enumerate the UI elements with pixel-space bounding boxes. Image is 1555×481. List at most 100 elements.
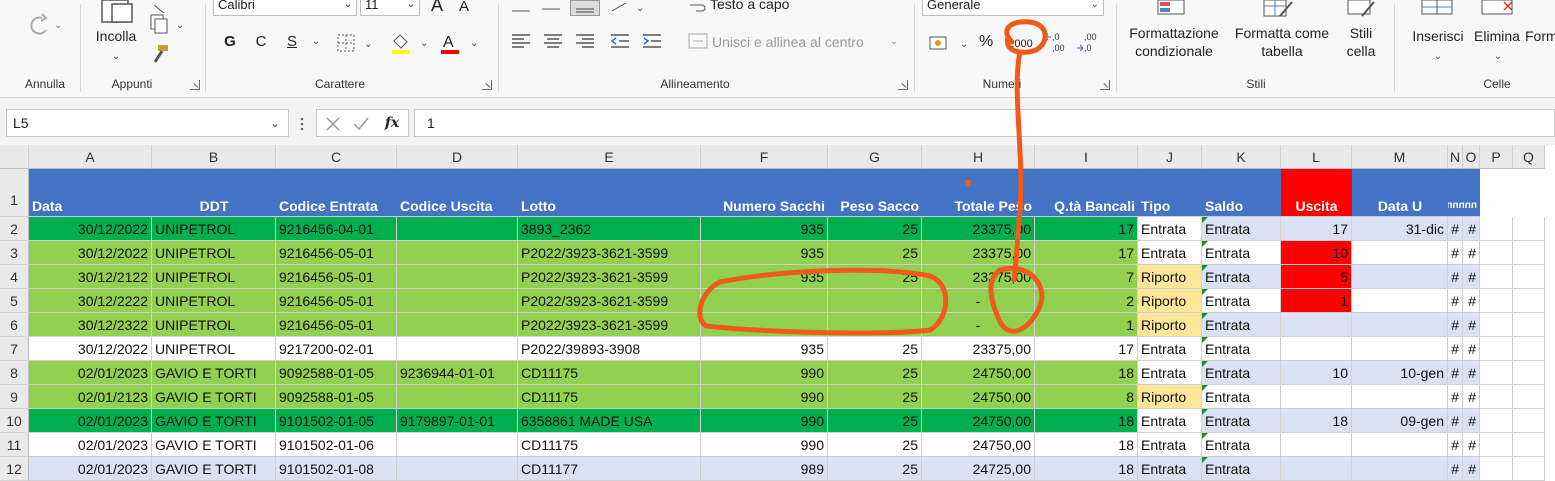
grid-cell[interactable]: # [1448, 217, 1463, 241]
grid-cell[interactable]: GAVIO E TORTI [152, 385, 276, 409]
grid-cell[interactable]: GAVIO E TORTI [152, 433, 276, 457]
grid-cell[interactable]: 24750,00 [922, 385, 1035, 409]
grid-cell[interactable]: 9179897-01-01 [397, 409, 518, 433]
font-name-combo[interactable]: Calibri ⌄ [213, 0, 357, 16]
decrease-decimal-icon[interactable]: ,00,0 [1076, 30, 1102, 54]
grid-cell[interactable]: Riporto [1138, 385, 1202, 409]
shrink-font-button[interactable]: A [456, 0, 472, 16]
grid-cell[interactable]: 990 [701, 385, 828, 409]
format-painter-icon[interactable] [150, 44, 170, 64]
grid-cell[interactable] [1513, 385, 1545, 409]
grid-cell[interactable]: # [1463, 385, 1480, 409]
wrap-text-icon[interactable] [688, 0, 706, 12]
align-right-icon[interactable] [575, 33, 595, 49]
grid-cell[interactable]: 9101502-01-06 [276, 433, 397, 457]
grid-cell[interactable] [701, 313, 828, 337]
grid-cell[interactable] [1480, 361, 1513, 385]
grid-cell[interactable] [1480, 217, 1513, 241]
grid-cell[interactable]: 30/12/2322 [29, 313, 152, 337]
grid-cell[interactable]: Entrata [1138, 337, 1202, 361]
grid-cell[interactable]: 18 [1035, 409, 1138, 433]
cell-styles-icon[interactable] [1346, 0, 1376, 18]
grid-cell[interactable]: 17 [1281, 217, 1352, 241]
name-box[interactable]: L5 ⌄ [6, 109, 289, 137]
grid-cell[interactable]: 25 [828, 241, 922, 265]
grid-cell[interactable]: 5 [1281, 265, 1352, 289]
grid-cell[interactable]: - [922, 289, 1035, 313]
grid-cell[interactable] [1513, 457, 1545, 481]
merge-chevron-icon[interactable]: ⌄ [888, 33, 900, 51]
column-header[interactable]: B [152, 145, 276, 169]
grid-cell[interactable]: 9216456-04-01 [276, 217, 397, 241]
grid-cell[interactable]: Entrata [1138, 433, 1202, 457]
header-cell[interactable]: Data U [1352, 169, 1448, 217]
grid-cell[interactable] [1513, 409, 1545, 433]
grid-cell[interactable]: CD11175 [518, 385, 701, 409]
grid-cell[interactable]: 10 [1281, 241, 1352, 265]
grid-cell[interactable]: 10-gen [1352, 361, 1448, 385]
row-header[interactable]: 9 [0, 385, 29, 409]
align-bottom-icon[interactable] [570, 0, 600, 16]
grid-cell[interactable] [1281, 385, 1352, 409]
grid-cell[interactable]: # [1448, 265, 1463, 289]
row-header[interactable]: 3 [0, 241, 29, 265]
underline-button[interactable]: S [284, 33, 300, 51]
grid-cell[interactable] [701, 289, 828, 313]
grid-cell[interactable]: 9216456-05-01 [276, 241, 397, 265]
header-cell[interactable]: Data [29, 169, 152, 217]
grid-cell[interactable]: # [1463, 337, 1480, 361]
header-cell[interactable]: Saldo [1202, 169, 1281, 217]
paste-chevron-icon[interactable]: ⌄ [108, 48, 124, 66]
grid-cell[interactable] [397, 433, 518, 457]
grid-cell[interactable] [397, 265, 518, 289]
font-size-combo[interactable]: 11 ⌄ [360, 0, 420, 16]
grid-cell[interactable]: # [1448, 457, 1463, 481]
grid-cell[interactable]: Entrata [1202, 289, 1281, 313]
column-header[interactable]: O [1463, 145, 1480, 169]
cut-icon[interactable] [150, 0, 170, 14]
grid-cell[interactable]: 7 [1035, 265, 1138, 289]
grid-cell[interactable]: 18 [1035, 457, 1138, 481]
grid-cell[interactable]: 17 [1035, 337, 1138, 361]
grid-cell[interactable] [1352, 289, 1448, 313]
grid-cell[interactable]: Entrata [1202, 217, 1281, 241]
grid-cell[interactable]: 25 [828, 433, 922, 457]
header-cell[interactable]: DDT [152, 169, 276, 217]
grid-cell[interactable]: 990 [701, 409, 828, 433]
grid-cell[interactable] [1281, 313, 1352, 337]
grid-cell[interactable]: UNIPETROL [152, 265, 276, 289]
insert-chevron-icon[interactable]: ⌄ [1430, 48, 1446, 66]
grid-cell[interactable]: 3893_2362 [518, 217, 701, 241]
grid-cell[interactable]: # [1448, 313, 1463, 337]
grid-cell[interactable]: # [1448, 289, 1463, 313]
grid-cell[interactable]: 25 [828, 409, 922, 433]
grid-cell[interactable] [1352, 457, 1448, 481]
grid-cell[interactable]: Entrata [1202, 361, 1281, 385]
grid-cell[interactable]: Entrata [1202, 313, 1281, 337]
align-middle-icon[interactable] [542, 0, 560, 10]
grid-cell[interactable]: Entrata [1138, 241, 1202, 265]
grid-cell[interactable]: 990 [701, 361, 828, 385]
grid-cell[interactable]: 02/01/2023 [29, 433, 152, 457]
grid-cell[interactable]: 935 [701, 265, 828, 289]
grid-cell[interactable] [1513, 289, 1545, 313]
align-left-icon[interactable] [511, 33, 531, 49]
column-header[interactable]: D [397, 145, 518, 169]
grid-cell[interactable]: CD11175 [518, 433, 701, 457]
grid-cell[interactable]: # [1463, 361, 1480, 385]
delete-cells-icon[interactable] [1480, 0, 1516, 18]
grid-cell[interactable]: 25 [828, 361, 922, 385]
column-header[interactable]: I [1035, 145, 1138, 169]
grid-cell[interactable] [1352, 337, 1448, 361]
grid-cell[interactable]: Entrata [1138, 409, 1202, 433]
grid-cell[interactable]: 25 [828, 265, 922, 289]
grid-cell[interactable]: # [1463, 241, 1480, 265]
select-all-corner[interactable] [0, 145, 29, 169]
grid-cell[interactable]: 10 [1281, 361, 1352, 385]
grid-cell[interactable]: CD11177 [518, 457, 701, 481]
header-cell[interactable]: Codice Uscita [397, 169, 518, 217]
header-cell[interactable]: Lotto [518, 169, 701, 217]
grid-cell[interactable]: 31-dic [1352, 217, 1448, 241]
grid-cell[interactable]: Entrata [1202, 409, 1281, 433]
delete-chevron-icon[interactable]: ⌄ [1490, 48, 1506, 66]
